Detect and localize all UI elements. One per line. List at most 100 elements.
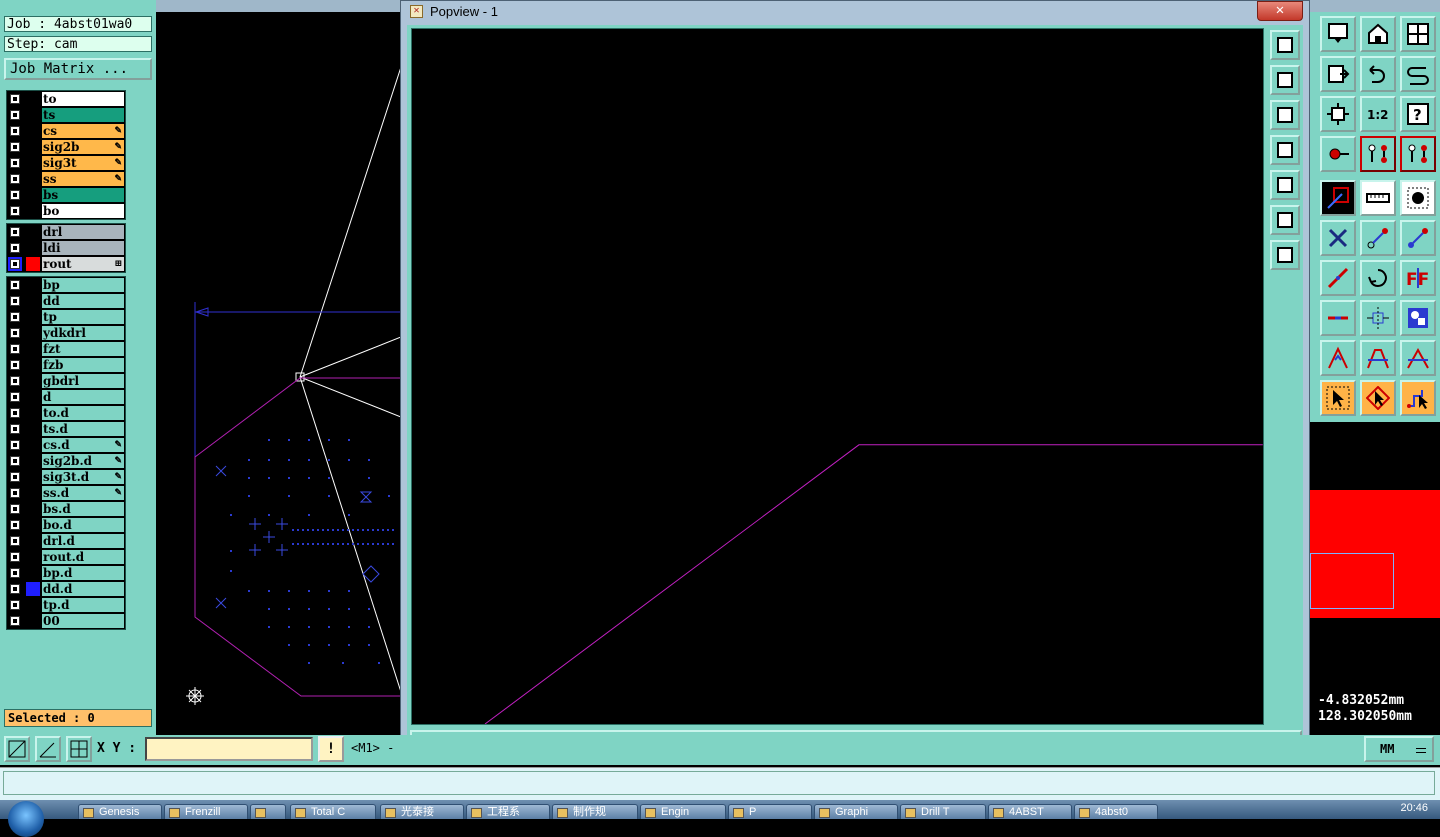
layer-checkbox[interactable] xyxy=(10,536,20,546)
layer-row[interactable]: sig3t ✎ xyxy=(7,155,125,171)
layer-name[interactable]: ss ✎ xyxy=(42,172,124,186)
layer-color-swatch[interactable] xyxy=(26,108,40,122)
ruler-button[interactable] xyxy=(1360,180,1396,216)
layer-row[interactable]: ts xyxy=(7,107,125,123)
help-button[interactable]: ? xyxy=(1400,96,1436,132)
layer-row[interactable]: ts.d xyxy=(7,421,125,437)
pan-left-button[interactable] xyxy=(1270,135,1300,165)
line-edit-button[interactable] xyxy=(1320,260,1356,296)
layer-color-swatch[interactable] xyxy=(26,438,40,452)
layer-name[interactable]: sig2b ✎ xyxy=(42,140,124,154)
layer-row[interactable]: drl xyxy=(7,224,125,240)
select-poly-button[interactable] xyxy=(1360,380,1396,416)
layer-color-swatch[interactable] xyxy=(26,326,40,340)
xy-input[interactable] xyxy=(145,737,313,761)
taskbar-item[interactable]: 制作规 xyxy=(552,804,638,819)
taskbar-item[interactable] xyxy=(250,804,286,819)
layer-color-swatch[interactable] xyxy=(26,598,40,612)
layer-row[interactable]: rout.d xyxy=(7,549,125,565)
layer-color-swatch[interactable] xyxy=(26,486,40,500)
taskbar-item[interactable]: Frenzill xyxy=(164,804,248,819)
layer-checkbox[interactable] xyxy=(10,552,20,562)
layer-name[interactable]: sig2b.d ✎ xyxy=(42,454,124,468)
layer-name[interactable]: bs.d xyxy=(42,502,124,516)
layer-color-swatch[interactable] xyxy=(26,582,40,596)
layer-name[interactable]: to.d xyxy=(42,406,124,420)
layer-row[interactable]: to.d xyxy=(7,405,125,421)
move-button[interactable] xyxy=(1360,220,1396,256)
rotate-button[interactable] xyxy=(1360,260,1396,296)
layer-name[interactable]: bo xyxy=(42,204,124,218)
layer-checkbox[interactable] xyxy=(10,344,20,354)
layer-checkbox[interactable] xyxy=(10,520,20,530)
taskbar-item[interactable]: Genesis xyxy=(78,804,162,819)
layer-row[interactable]: ldi xyxy=(7,240,125,256)
layer-name[interactable]: rout.d xyxy=(42,550,124,564)
snap-button[interactable] xyxy=(4,736,30,762)
pan-down-button[interactable] xyxy=(1270,100,1300,130)
layer-row[interactable]: to xyxy=(7,91,125,107)
zoom-in-button[interactable] xyxy=(1270,240,1300,270)
layer-color-swatch[interactable] xyxy=(26,518,40,532)
layer-row[interactable]: cs.d ✎ xyxy=(7,437,125,453)
layer-name[interactable]: d xyxy=(42,390,124,404)
layer-row[interactable]: dd xyxy=(7,293,125,309)
layer-checkbox[interactable] xyxy=(10,126,20,136)
layer-row[interactable]: ydkdrl xyxy=(7,325,125,341)
layer-checkbox[interactable] xyxy=(10,488,20,498)
copy-button[interactable] xyxy=(1400,220,1436,256)
layer-name[interactable]: rout ⊞ xyxy=(42,257,124,271)
undo-button[interactable] xyxy=(1360,56,1396,92)
layer-color-swatch[interactable] xyxy=(26,241,40,255)
layer-checkbox[interactable] xyxy=(10,328,20,338)
layer-row[interactable]: tp xyxy=(7,309,125,325)
layer-name[interactable]: ss.d ✎ xyxy=(42,486,124,500)
layer-checkbox[interactable] xyxy=(8,257,22,271)
window-grid-button[interactable] xyxy=(1400,16,1436,52)
export-button[interactable] xyxy=(1320,56,1356,92)
layer-row[interactable]: dd.d xyxy=(7,581,125,597)
layer-color-swatch[interactable] xyxy=(26,257,40,271)
taskbar-item[interactable]: P xyxy=(728,804,812,819)
layer-row[interactable]: gbdrl xyxy=(7,373,125,389)
popview-canvas[interactable] xyxy=(411,28,1264,725)
layer-color-swatch[interactable] xyxy=(26,156,40,170)
pad-button[interactable] xyxy=(1400,180,1436,216)
layer-row[interactable]: 00 xyxy=(7,613,125,629)
layer-checkbox[interactable] xyxy=(10,174,20,184)
layer-checkbox[interactable] xyxy=(10,243,20,253)
layer-row[interactable]: rout ⊞ xyxy=(7,256,125,272)
layer-row[interactable]: bo xyxy=(7,203,125,219)
layer-color-swatch[interactable] xyxy=(26,502,40,516)
layer-checkbox[interactable] xyxy=(10,206,20,216)
angle-button[interactable] xyxy=(35,736,61,762)
layer-row[interactable]: ss.d ✎ xyxy=(7,485,125,501)
layer-color-swatch[interactable] xyxy=(26,358,40,372)
scale-1-2-button[interactable]: 1:2 xyxy=(1360,96,1396,132)
layer-checkbox[interactable] xyxy=(10,600,20,610)
layer-row[interactable]: bo.d xyxy=(7,517,125,533)
layer-color-swatch[interactable] xyxy=(26,470,40,484)
layer-row[interactable]: sig2b ✎ xyxy=(7,139,125,155)
taskbar-item[interactable]: Engin xyxy=(640,804,726,819)
layer-color-swatch[interactable] xyxy=(26,172,40,186)
trim-button[interactable] xyxy=(1320,300,1356,336)
layer-name[interactable]: 00 xyxy=(42,614,124,628)
layer-color-swatch[interactable] xyxy=(26,566,40,580)
layer-checkbox[interactable] xyxy=(10,456,20,466)
layer-name[interactable]: dd.d xyxy=(42,582,124,596)
delete-button[interactable] xyxy=(1320,220,1356,256)
layer-name[interactable]: bs xyxy=(42,188,124,202)
layer-row[interactable]: cs ✎ xyxy=(7,123,125,139)
zoom-fit-button[interactable] xyxy=(1270,30,1300,60)
layer-name[interactable]: bp xyxy=(42,278,124,292)
layer-checkbox[interactable] xyxy=(10,584,20,594)
layer-color-swatch[interactable] xyxy=(26,454,40,468)
layer-color-swatch[interactable] xyxy=(26,406,40,420)
zoom-extent-button[interactable] xyxy=(1320,96,1356,132)
window-close-button[interactable]: ✕ xyxy=(1257,1,1303,21)
layer-checkbox[interactable] xyxy=(10,408,20,418)
layer-row[interactable]: d xyxy=(7,389,125,405)
layer-name[interactable]: drl xyxy=(42,225,124,239)
graphic-canvas[interactable] xyxy=(156,12,401,735)
